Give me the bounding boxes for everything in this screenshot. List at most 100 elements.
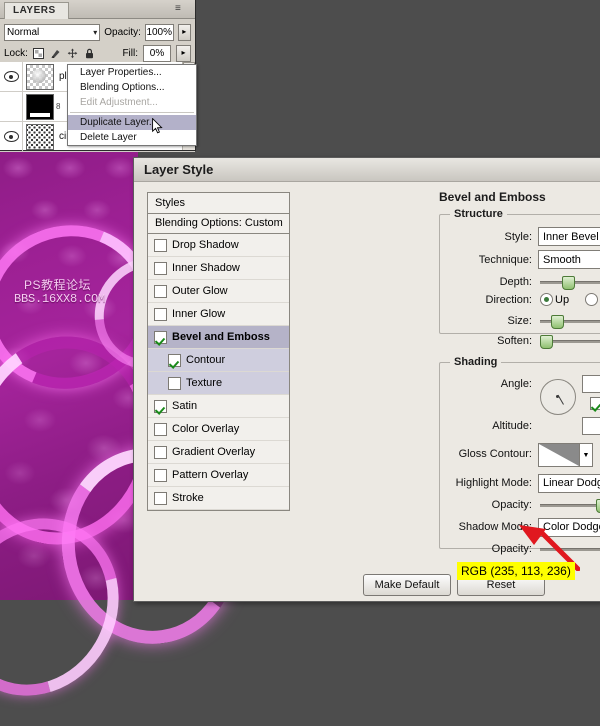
highlight-opacity-slider[interactable] [540,498,600,512]
lock-transparent-pixels-icon[interactable] [33,48,44,59]
layer-thumbnail[interactable] [26,64,54,90]
lock-position-move-icon[interactable] [67,48,78,59]
checkbox-satin[interactable] [154,400,167,413]
watermark-line-1: PS教程论坛 [14,278,144,292]
gloss-contour-picker[interactable]: ▼ [538,443,593,467]
fill-stepper-button[interactable]: ▸ [176,45,191,62]
checkbox-stroke[interactable] [154,492,167,505]
depth-label: Depth: [440,276,532,288]
checkbox-inner-glow[interactable] [154,308,167,321]
lock-all-icon[interactable] [84,48,95,59]
fill-input[interactable]: 0% [143,45,171,62]
style-item-texture[interactable]: Texture [148,372,289,395]
shading-group-label: Shading [450,356,501,368]
style-item-drop-shadow[interactable]: Drop Shadow [148,234,289,257]
style-label: Inner Glow [172,308,225,320]
opacity-stepper-button[interactable]: ▸ [178,24,192,41]
style-item-bevel-and-emboss[interactable]: Bevel and Emboss [148,326,289,349]
checkbox-gradient-overlay[interactable] [154,446,167,459]
soften-slider[interactable] [540,334,600,348]
radio-direction-down[interactable] [585,293,598,306]
style-label: Stroke [172,492,204,504]
panel-menu-icon[interactable]: ≡ [175,3,191,15]
context-menu-item-delete-layer[interactable]: Delete Layer [68,130,196,145]
checkbox-drop-shadow[interactable] [154,239,167,252]
opacity-label: Opacity: [104,27,141,38]
watermark: PS教程论坛 BBS.16XX8.COM [14,278,144,306]
technique-select[interactable]: Smooth ▼ [538,250,600,269]
section-title: Bevel and Emboss [439,190,546,204]
angle-dial[interactable] [540,379,576,415]
size-slider[interactable] [540,314,600,328]
altitude-input[interactable]: 70 [582,417,600,435]
checkbox-pattern-overlay[interactable] [154,469,167,482]
checkbox-use-global-light[interactable] [590,397,600,410]
style-item-inner-shadow[interactable]: Inner Shadow [148,257,289,280]
slider-knob[interactable] [551,315,564,329]
slider-knob[interactable] [540,335,553,349]
style-item-gradient-overlay[interactable]: Gradient Overlay [148,441,289,464]
style-item-contour[interactable]: Contour [148,349,289,372]
style-label: Contour [186,354,225,366]
opacity-input[interactable]: 100% [145,24,174,41]
slider-knob[interactable] [562,276,575,290]
checkbox-contour[interactable] [168,354,181,367]
style-label: Drop Shadow [172,239,239,251]
gloss-contour-preview[interactable] [538,443,580,467]
style-item-color-overlay[interactable]: Color Overlay [148,418,289,441]
checkbox-inner-shadow[interactable] [154,262,167,275]
highlight-opacity-label: Opacity: [440,499,532,511]
slider-knob[interactable] [596,499,600,513]
layer-visibility-toggle[interactable] [0,92,23,121]
chevron-down-icon: ▾ [89,25,97,40]
slider-track [540,504,600,507]
structure-group-label: Structure [450,208,507,220]
chevron-down-icon[interactable]: ▼ [580,443,593,467]
gloss-contour-label: Gloss Contour: [440,443,532,465]
blend-mode-select[interactable]: Normal ▾ [4,24,100,41]
layer-thumbnail[interactable] [26,124,54,150]
lock-image-pixels-brush-icon[interactable] [50,48,61,59]
direction-up-label: Up [555,294,569,306]
blending-options-item[interactable]: Blending Options: Custom [147,214,290,234]
eye-icon-off [5,102,18,111]
eye-icon [4,131,19,142]
radio-direction-up[interactable] [540,293,553,306]
layer-mask-link-icon[interactable]: 8 [56,102,60,111]
angle-label: Angle: [440,378,532,390]
style-item-outer-glow[interactable]: Outer Glow [148,280,289,303]
angle-input[interactable]: 120 [582,375,600,393]
layer-thumbnail[interactable] [26,94,54,120]
bevel-style-select[interactable]: Inner Bevel ▼ [538,227,600,246]
eye-icon [4,71,19,82]
make-default-button[interactable]: Make Default [363,574,451,596]
style-item-pattern-overlay[interactable]: Pattern Overlay [148,464,289,487]
checkbox-color-overlay[interactable] [154,423,167,436]
checkbox-bevel-and-emboss[interactable] [154,331,167,344]
size-label: Size: [440,315,532,327]
style-label: Pattern Overlay [172,469,248,481]
tab-layers[interactable]: LAYERS [4,2,69,19]
style-item-inner-glow[interactable]: Inner Glow [148,303,289,326]
angle-dial-center [556,395,559,398]
context-menu-item-blending-options[interactable]: Blending Options... [68,80,196,95]
style-item-stroke[interactable]: Stroke [148,487,289,510]
technique-label: Technique: [440,254,532,266]
styles-header[interactable]: Styles [147,192,290,214]
lock-label: Lock: [4,48,28,59]
style-item-satin[interactable]: Satin [148,395,289,418]
context-menu-item-duplicate-layer[interactable]: Duplicate Layer... [68,115,196,130]
styles-column: Styles Blending Options: Custom Drop Sha… [147,192,290,511]
blend-mode-value: Normal [7,25,39,40]
technique-value: Smooth [543,254,581,266]
checkbox-texture[interactable] [168,377,181,390]
highlight-mode-label: Highlight Mode: [440,477,532,489]
depth-slider[interactable] [540,275,600,289]
context-menu-item-layer-properties[interactable]: Layer Properties... [68,65,196,80]
layer-visibility-toggle[interactable] [0,122,23,151]
layer-visibility-toggle[interactable] [0,62,23,91]
checkbox-outer-glow[interactable] [154,285,167,298]
highlight-mode-select[interactable]: Linear Dodge (Add) ▼ [538,474,600,493]
context-menu-separator [70,112,194,113]
soften-label: Soften: [440,335,532,347]
